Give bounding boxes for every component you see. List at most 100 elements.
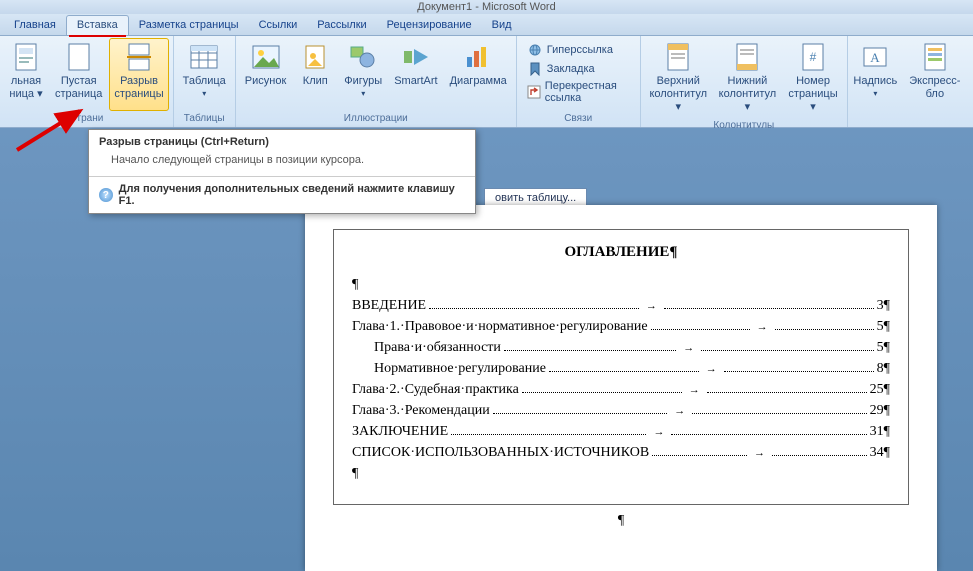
group-text: A Надпись ▾ Экспресс-бло	[848, 36, 973, 127]
annotation-arrow	[12, 105, 92, 155]
paragraph-mark: ¶	[352, 466, 890, 482]
table-label: Таблица	[183, 75, 226, 88]
shapes-button[interactable]: Фигуры ▾	[339, 38, 387, 111]
toc-page-number: 5	[877, 340, 884, 356]
toc-line[interactable]: СПИСОК·ИСПОЛЬЗОВАННЫХ·ИСТОЧНИКОВ→34¶	[352, 445, 890, 461]
footer-button[interactable]: Нижний колонтитул ▾	[714, 38, 781, 118]
tooltip-help-text: Для получения дополнительных сведений на…	[119, 183, 465, 207]
paragraph-mark: ¶	[884, 361, 890, 377]
crossref-button[interactable]: Перекрестная ссылка	[527, 80, 630, 104]
paragraph-mark: ¶	[333, 513, 909, 529]
toc-text: Глава·3.·Рекомендации	[352, 403, 490, 419]
group-links: Гиперссылка Закладка Перекрестная ссылка…	[517, 36, 641, 127]
paragraph-mark: ¶	[352, 277, 890, 293]
toc-line[interactable]: ВВЕДЕНИЕ→3¶	[352, 298, 890, 314]
toc-line[interactable]: ЗАКЛЮЧЕНИЕ → 31¶	[352, 424, 890, 440]
group-tables-label: Таблицы	[178, 111, 231, 127]
quickparts-button[interactable]: Экспресс-бло	[901, 38, 969, 122]
chart-label: Диаграмма	[450, 75, 507, 88]
clip-label: Клип	[303, 75, 328, 88]
bookmark-icon	[527, 61, 543, 77]
picture-label: Рисунок	[245, 75, 287, 88]
paragraph-mark: ¶	[884, 340, 890, 356]
page-break-label: Разрыв страницы	[114, 75, 163, 101]
paragraph-mark: ¶	[884, 424, 890, 440]
hyperlink-button[interactable]: Гиперссылка	[527, 42, 630, 58]
paragraph-mark: ¶	[884, 319, 890, 335]
toc-line[interactable]: Глава·2.·Судебная·практика→25¶	[352, 382, 890, 398]
chart-button[interactable]: Диаграмма	[445, 38, 512, 111]
page-number-icon: #	[797, 41, 829, 73]
tab-review[interactable]: Рецензирование	[377, 16, 482, 35]
bookmark-label: Закладка	[547, 63, 595, 75]
group-illustrations-label: Иллюстрации	[240, 111, 512, 127]
picture-button[interactable]: Рисунок	[240, 38, 292, 111]
footer-icon	[731, 41, 763, 73]
tab-view[interactable]: Вид	[482, 16, 522, 35]
quickparts-icon	[919, 41, 951, 73]
header-button[interactable]: Верхний колонтитул ▾	[645, 38, 712, 118]
cover-page-icon	[10, 41, 42, 73]
smartart-button[interactable]: SmartArt	[389, 38, 442, 111]
svg-text:#: #	[810, 50, 817, 64]
tab-references[interactable]: Ссылки	[249, 16, 308, 35]
page-number-button[interactable]: # Номер страницы ▾	[783, 38, 843, 118]
blank-page-icon	[63, 41, 95, 73]
table-button[interactable]: Таблица ▾	[178, 38, 231, 111]
tab-page-layout[interactable]: Разметка страницы	[129, 16, 249, 35]
cover-page-button[interactable]: льная ница ▾	[4, 38, 48, 111]
shapes-icon	[347, 41, 379, 73]
group-tables: Таблица ▾ Таблицы	[174, 36, 236, 127]
hyperlink-label: Гиперссылка	[547, 44, 613, 56]
tab-mailings[interactable]: Рассылки	[307, 16, 376, 35]
toc-line[interactable]: Глава·3.·Рекомендации→29¶	[352, 403, 890, 419]
crossref-label: Перекрестная ссылка	[545, 80, 630, 104]
toc-line[interactable]: Права·и·обязанности→5¶	[352, 340, 890, 356]
toc-page-number: 25	[870, 382, 884, 398]
blank-page-button[interactable]: Пустая страница	[50, 38, 107, 111]
toc-page-number: 8	[877, 361, 884, 377]
page-break-button[interactable]: Разрыв страницы	[109, 38, 168, 111]
group-illustrations: Рисунок Клип Фигуры ▾ SmartArt	[236, 36, 517, 127]
picture-icon	[250, 41, 282, 73]
tab-arrow-icon: →	[649, 426, 668, 438]
document-content: ОГЛАВЛЕНИЕ¶ ¶ ВВЕДЕНИЕ→3¶ Глава·1.·Правов…	[333, 229, 909, 505]
chevron-down-icon: ▾	[202, 89, 206, 99]
smartart-label: SmartArt	[394, 75, 437, 88]
blank-page-label: Пустая страница	[55, 75, 102, 101]
tab-home[interactable]: Главная	[4, 16, 66, 35]
page-break-icon	[123, 41, 155, 73]
toc-line[interactable]: Глава·1.·Правовое·и·нормативное·регулиро…	[352, 319, 890, 335]
tab-arrow-icon: →	[642, 300, 661, 312]
toc-text: ЗАКЛЮЧЕНИЕ	[352, 424, 448, 440]
tab-arrow-icon: →	[753, 321, 772, 333]
shapes-label: Фигуры	[344, 75, 382, 88]
toc-page-number: 31	[870, 424, 884, 440]
footer-label: Нижний колонтитул ▾	[719, 75, 777, 115]
textbox-button[interactable]: A Надпись ▾	[852, 38, 899, 122]
document-page[interactable]: ОГЛАВЛЕНИЕ¶ ¶ ВВЕДЕНИЕ→3¶ Глава·1.·Правов…	[305, 205, 937, 571]
document-heading: ОГЛАВЛЕНИЕ¶	[352, 244, 890, 261]
tooltip-title: Разрыв страницы (Ctrl+Return)	[89, 130, 475, 150]
toc-page-number: 34	[870, 445, 884, 461]
toc-text: СПИСОК·ИСПОЛЬЗОВАННЫХ·ИСТОЧНИКОВ	[352, 445, 649, 461]
tooltip-desc: Начало следующей страницы в позиции курс…	[89, 150, 475, 176]
toc-page-number: 5	[877, 319, 884, 335]
paragraph-mark: ¶	[884, 298, 890, 314]
ribbon-tabs: Главная Вставка Разметка страницы Ссылки…	[0, 14, 973, 36]
tab-arrow-icon: →	[685, 384, 704, 396]
tab-arrow-icon: →	[702, 363, 721, 375]
group-text-label	[852, 122, 969, 127]
clip-button[interactable]: Клип	[293, 38, 337, 111]
tab-insert[interactable]: Вставка	[66, 15, 129, 35]
bookmark-button[interactable]: Закладка	[527, 61, 630, 77]
textbox-icon: A	[859, 41, 891, 73]
paragraph-mark: ¶	[884, 403, 890, 419]
crossref-icon	[527, 84, 541, 100]
help-icon: ?	[99, 188, 113, 202]
tab-arrow-icon: →	[679, 342, 698, 354]
hyperlink-icon	[527, 42, 543, 58]
page-number-label: Номер страницы ▾	[788, 75, 838, 115]
title-bar: Документ1 - Microsoft Word	[0, 0, 973, 14]
toc-line[interactable]: Нормативное·регулирование→8¶	[352, 361, 890, 377]
